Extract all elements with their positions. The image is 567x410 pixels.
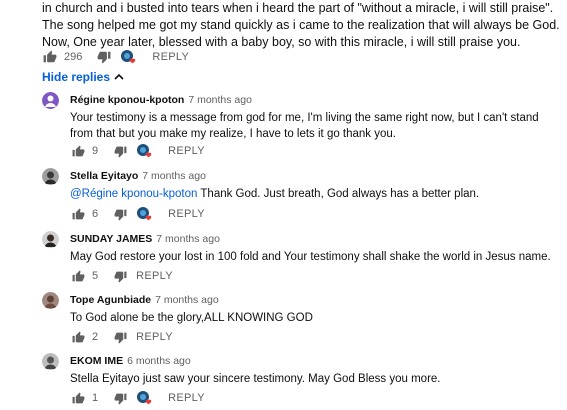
timestamp[interactable]: 7 months ago <box>155 294 219 306</box>
reply-action-bar: 2 REPLY <box>70 328 173 346</box>
avatar[interactable] <box>42 353 59 370</box>
reply-text: To God alone be the glory,ALL KNOWING GO… <box>70 312 313 324</box>
reply-text: Your testimony is a message from god for… <box>70 112 539 140</box>
author-name[interactable]: Tope Agunbiade <box>70 294 151 306</box>
reply-action-bar: 6 REPLY <box>70 205 205 223</box>
like-count: 1 <box>92 392 99 404</box>
reply-action-bar: 1 REPLY <box>70 389 205 407</box>
reply-button[interactable]: REPLY <box>168 392 205 404</box>
hide-replies-button[interactable]: Hide replies <box>42 70 124 84</box>
thumbs-down-icon[interactable] <box>112 206 128 222</box>
author-name[interactable]: Régine kponou-kpoton <box>70 94 184 106</box>
like-count: 2 <box>92 331 99 343</box>
thumbs-down-icon[interactable] <box>112 143 128 159</box>
author-name[interactable]: SUNDAY JAMES <box>70 233 152 245</box>
reply-header: Tope Agunbiade 7 months ago <box>70 294 219 306</box>
avatar[interactable] <box>42 92 59 109</box>
reply-header: EKOM IME 6 months ago <box>70 355 191 367</box>
avatar[interactable] <box>42 168 59 185</box>
thumbs-up-icon[interactable] <box>70 329 86 345</box>
reply-comment: SUNDAY JAMES 7 months ago May God restore… <box>42 231 562 271</box>
reply-header: Stella Eyitayo 7 months ago <box>70 170 206 182</box>
thumbs-down-icon[interactable] <box>96 49 112 65</box>
like-count: 6 <box>92 208 99 220</box>
reply-text-body: Thank God. Just breath, God always has a… <box>197 188 480 200</box>
timestamp[interactable]: 7 months ago <box>142 170 206 182</box>
parent-action-bar: 296 REPLY <box>42 48 189 66</box>
thumbs-up-icon[interactable] <box>70 268 86 284</box>
reply-button[interactable]: REPLY <box>152 51 189 63</box>
creator-heart-icon <box>136 206 154 222</box>
author-name[interactable]: EKOM IME <box>70 355 123 367</box>
like-count: 296 <box>64 51 83 63</box>
reply-text: May God restore your lost in 100 fold an… <box>70 251 551 263</box>
thumbs-up-icon[interactable] <box>70 143 86 159</box>
reply-header: SUNDAY JAMES 7 months ago <box>70 233 220 245</box>
creator-heart-icon <box>136 390 154 406</box>
mention-link[interactable]: @Régine kponou-kpoton <box>70 188 197 200</box>
reply-text: Stella Eyitayo just saw your sincere tes… <box>70 373 441 385</box>
chevron-up-icon <box>114 72 124 82</box>
reply-button[interactable]: REPLY <box>136 331 173 343</box>
reply-text: @Régine kponou-kpoton Thank God. Just br… <box>70 186 562 202</box>
thumbs-down-icon[interactable] <box>112 329 128 345</box>
avatar[interactable] <box>42 292 59 309</box>
thumbs-up-icon[interactable] <box>70 390 86 406</box>
reply-action-bar: 5 REPLY <box>70 267 173 285</box>
timestamp[interactable]: 7 months ago <box>156 233 220 245</box>
reply-button[interactable]: REPLY <box>136 270 173 282</box>
parent-comment-text: in church and i busted into tears when i… <box>42 1 560 49</box>
reply-comment: Stella Eyitayo 7 months ago @Régine kpono… <box>42 168 562 208</box>
thumbs-up-icon[interactable] <box>42 49 58 65</box>
like-count: 5 <box>92 270 99 282</box>
reply-header: Régine kponou-kpoton 7 months ago <box>70 94 252 106</box>
author-name[interactable]: Stella Eyitayo <box>70 170 138 182</box>
reply-comment: Tope Agunbiade 7 months ago To God alone … <box>42 292 562 332</box>
avatar[interactable] <box>42 231 59 248</box>
reply-button[interactable]: REPLY <box>168 208 205 220</box>
like-count: 9 <box>92 145 99 157</box>
creator-heart-icon <box>120 49 138 65</box>
thumbs-down-icon[interactable] <box>112 268 128 284</box>
creator-heart-icon <box>136 143 154 159</box>
timestamp[interactable]: 7 months ago <box>188 94 252 106</box>
timestamp[interactable]: 6 months ago <box>127 355 191 367</box>
hide-replies-label: Hide replies <box>42 70 111 84</box>
reply-button[interactable]: REPLY <box>168 145 205 157</box>
reply-action-bar: 9 REPLY <box>70 142 205 160</box>
thumbs-down-icon[interactable] <box>112 390 128 406</box>
reply-comment: EKOM IME 6 months ago Stella Eyitayo just… <box>42 353 562 393</box>
thumbs-up-icon[interactable] <box>70 206 86 222</box>
